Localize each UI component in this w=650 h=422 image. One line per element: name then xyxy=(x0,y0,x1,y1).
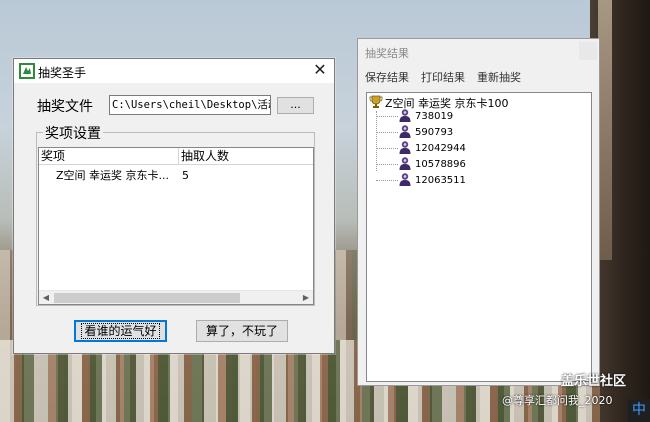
winner-icon xyxy=(399,125,411,138)
winner-icon xyxy=(399,173,411,186)
prize-name-cell: Z空间 幸运奖 京东卡... xyxy=(56,169,170,182)
menu-redraw[interactable]: 重新抽奖 xyxy=(477,69,521,85)
winner-id: 12042944 xyxy=(415,143,466,154)
result-window-title: 抽奖结果 xyxy=(365,47,409,60)
start-draw-label: 看谁的运气好 xyxy=(81,323,160,339)
winner-id: 10578896 xyxy=(415,159,466,170)
column-header-prize[interactable]: 奖项 xyxy=(39,148,179,165)
winner-icon xyxy=(399,109,411,122)
watermark-brand: 盖乐世社区 xyxy=(561,374,627,389)
file-label: 抽奖文件 xyxy=(37,99,93,115)
table-row[interactable]: Z空间 幸运奖 京东卡... 5 xyxy=(39,168,313,184)
group-title: 奖项设置 xyxy=(43,123,103,143)
lottery-dialog: 抽奖圣手 ✕ 抽奖文件 C:\Users\cheil\Desktop\活动抽 .… xyxy=(13,58,335,354)
background-cliff-edge xyxy=(598,0,612,260)
menu-print-results[interactable]: 打印结果 xyxy=(421,69,465,85)
tree-item-winner[interactable]: 590793 xyxy=(376,124,453,139)
file-path-field[interactable]: C:\Users\cheil\Desktop\活动抽 xyxy=(109,95,271,115)
result-window: 抽奖结果 保存结果 打印结果 重新抽奖 Z空间 幸运奖 京东卡100 73801… xyxy=(357,38,600,386)
ime-indicator[interactable]: 中 xyxy=(628,399,650,422)
winner-id: 590793 xyxy=(415,127,454,138)
horizontal-scrollbar[interactable]: ◀ ▶ xyxy=(39,290,313,304)
dialog-titlebar[interactable]: 抽奖圣手 ✕ xyxy=(14,59,334,83)
tree-item-winner[interactable]: 12042944 xyxy=(376,140,466,155)
column-header-count[interactable]: 抽取人数 xyxy=(179,148,315,165)
watermark-author: @尊享汇都问我_2020 xyxy=(502,394,613,407)
prize-list[interactable]: 奖项 抽取人数 Z空间 幸运奖 京东卡... 5 ◀ ▶ xyxy=(38,147,314,305)
trophy-icon xyxy=(369,95,383,108)
close-icon[interactable]: ✕ xyxy=(310,60,330,80)
start-draw-button[interactable]: 看谁的运气好 xyxy=(74,320,167,342)
winner-id: 12063511 xyxy=(415,175,466,186)
quit-button[interactable]: 算了，不玩了 xyxy=(196,320,288,342)
scroll-right-icon[interactable]: ▶ xyxy=(299,291,313,305)
list-header: 奖项 抽取人数 xyxy=(39,148,313,165)
tree-item-winner[interactable]: 12063511 xyxy=(376,172,466,187)
winner-id: 738019 xyxy=(415,111,454,122)
result-menubar: 保存结果 打印结果 重新抽奖 xyxy=(358,67,599,87)
tree-item-winner[interactable]: 10578896 xyxy=(376,156,466,171)
scrollbar-thumb[interactable] xyxy=(54,293,240,303)
winner-icon xyxy=(399,157,411,170)
app-logo-icon xyxy=(19,63,35,79)
result-close-button[interactable] xyxy=(579,42,597,60)
browse-button[interactable]: ... xyxy=(277,97,314,114)
menu-save-results[interactable]: 保存结果 xyxy=(365,69,409,85)
winner-icon xyxy=(399,141,411,154)
dialog-title: 抽奖圣手 xyxy=(38,66,87,80)
prize-count-cell: 5 xyxy=(182,169,189,182)
scroll-left-icon[interactable]: ◀ xyxy=(39,291,53,305)
tree-item-winner[interactable]: 738019 xyxy=(376,108,453,123)
result-tree[interactable]: Z空间 幸运奖 京东卡100 738019 590793 12042944 10… xyxy=(366,92,592,382)
